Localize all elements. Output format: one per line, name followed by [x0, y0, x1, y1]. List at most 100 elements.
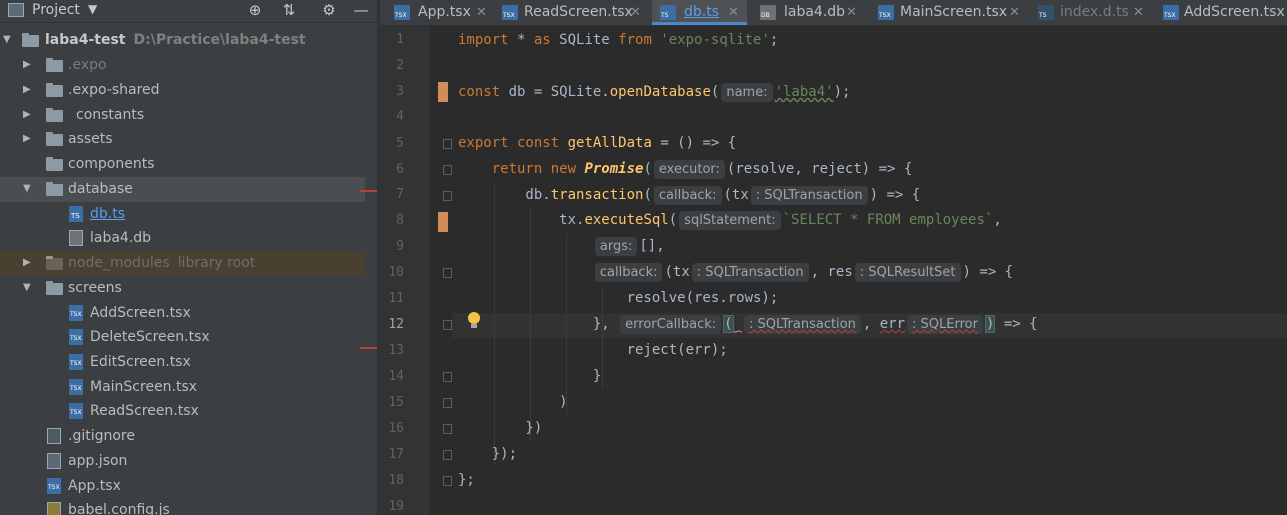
fold-icon[interactable] — [443, 139, 452, 149]
type-hint: : SQLTransaction — [691, 263, 809, 282]
code-line-10[interactable]: callback: (tx: SQLTransaction, res: SQLRe… — [458, 260, 1013, 285]
tab-readscreen-tsx[interactable]: TSX ReadScreen.tsx ✕ — [494, 0, 644, 25]
tree-item-mainscreen[interactable]: MainScreen.tsx — [0, 375, 377, 400]
chevron-down-icon[interactable]: ▼ — [88, 2, 97, 16]
tree-item-expo[interactable]: ▶ .expo — [0, 53, 377, 78]
tab-db-ts[interactable]: TS db.ts ✕ — [652, 0, 747, 25]
fold-icon[interactable] — [443, 268, 452, 278]
tree-item-db-ts[interactable]: db.ts — [0, 202, 377, 227]
fold-icon[interactable] — [443, 320, 452, 330]
tree-item-babel-config[interactable]: babel.config.js — [0, 498, 377, 515]
tree-item-app-json[interactable]: app.json — [0, 449, 377, 474]
fold-icon[interactable] — [443, 165, 452, 175]
tree-item-laba4-db[interactable]: laba4.db — [0, 226, 377, 251]
close-icon[interactable]: ✕ — [1133, 1, 1144, 24]
close-icon[interactable]: ✕ — [476, 1, 487, 24]
expand-arrow-icon[interactable]: ▶ — [23, 78, 31, 102]
change-marker[interactable] — [438, 82, 448, 102]
line-number: 8 — [396, 213, 404, 228]
project-view-title[interactable]: Project — [32, 2, 80, 18]
code-line-6[interactable]: return new Promise(executor: (resolve, re… — [458, 157, 912, 182]
fold-icon[interactable] — [443, 450, 452, 460]
json-file-icon — [47, 453, 61, 469]
tree-item-label: .expo-shared — [68, 82, 160, 98]
tsx-file-icon: TSX — [502, 5, 518, 20]
tree-item-node-modules[interactable]: ▶ node_modules library root — [0, 251, 377, 276]
code-line-7[interactable]: db.transaction(callback: (tx: SQLTransact… — [458, 183, 920, 208]
code-line-12[interactable]: }, errorCallback: (_: SQLTransaction, err… — [458, 312, 1038, 337]
code-line-14[interactable]: } — [458, 364, 601, 389]
code-line-18[interactable]: }; — [458, 468, 475, 493]
fold-icon[interactable] — [443, 191, 452, 201]
tab-index-d-ts[interactable]: TS index.d.ts ✕ — [1030, 0, 1150, 25]
type-hint: : SQLTransaction — [750, 186, 868, 205]
expand-arrow-icon[interactable]: ▶ — [23, 127, 31, 151]
param-hint: executor: — [653, 160, 725, 179]
code-line-9[interactable]: args: [], — [458, 234, 665, 259]
code-line-11[interactable]: resolve(res.rows); — [458, 286, 779, 311]
tree-scrollbar[interactable] — [365, 28, 377, 515]
line-number: 4 — [396, 109, 404, 124]
tab-label: index.d.ts — [1060, 4, 1129, 20]
close-icon[interactable]: ✕ — [1009, 1, 1020, 24]
fold-icon[interactable] — [443, 372, 452, 382]
expand-arrow-icon[interactable]: ▶ — [23, 103, 31, 127]
tree-item-label: database — [68, 181, 133, 197]
code-line-17[interactable]: }); — [458, 442, 517, 467]
error-stripe-mark[interactable] — [360, 347, 377, 349]
code-line-15[interactable]: ) — [458, 390, 567, 415]
tab-mainscreen-tsx[interactable]: TSX MainScreen.tsx ✕ — [870, 0, 1028, 25]
fold-icon[interactable] — [443, 398, 452, 408]
locate-file-icon[interactable]: ⊕ — [246, 1, 264, 19]
code-line-13[interactable]: reject(err); — [458, 338, 728, 363]
error-stripe-mark[interactable] — [360, 190, 377, 192]
tree-item-readscreen[interactable]: ReadScreen.tsx — [0, 399, 377, 424]
fold-icon[interactable] — [443, 424, 452, 434]
tree-item-app-tsx[interactable]: App.tsx — [0, 474, 377, 499]
line-number: 10 — [388, 265, 404, 280]
close-icon[interactable]: ✕ — [630, 1, 641, 24]
tree-item-addscreen[interactable]: AddScreen.tsx — [0, 301, 377, 326]
expand-arrow-icon[interactable]: ▶ — [23, 251, 31, 275]
close-icon[interactable]: ✕ — [728, 1, 739, 24]
close-icon[interactable]: ✕ — [846, 1, 857, 24]
tree-item-components[interactable]: components — [0, 152, 377, 177]
tree-item-deletescreen[interactable]: DeleteScreen.tsx — [0, 325, 377, 350]
tree-item-gitignore[interactable]: .gitignore — [0, 424, 377, 449]
expand-arrow-icon[interactable]: ▼ — [23, 276, 31, 300]
gear-icon[interactable]: ⚙ — [320, 1, 338, 19]
hide-panel-icon[interactable]: — — [352, 1, 370, 19]
tab-laba4-db[interactable]: DB laba4.db ✕ — [752, 0, 864, 25]
code-line-1[interactable]: import * as SQLite from 'expo-sqlite'; — [458, 28, 778, 53]
type-hint: : SQLTransaction — [744, 315, 861, 334]
line-number: 18 — [388, 473, 404, 488]
tree-item-label: screens — [68, 280, 122, 296]
tree-item-constants[interactable]: ▶ constants — [0, 103, 377, 128]
tab-app-tsx[interactable]: TSX App.tsx ✕ — [386, 0, 494, 25]
tree-item-expo-shared[interactable]: ▶ .expo-shared — [0, 78, 377, 103]
code-line-5[interactable]: export const getAllData = () => { — [458, 131, 736, 156]
tsx-file-icon — [69, 305, 83, 321]
code-line-16[interactable]: }) — [458, 416, 542, 441]
tree-item-database[interactable]: ▼ database — [0, 177, 377, 202]
tree-item-laba4-test[interactable]: ▼ laba4-test D:\Practice\laba4-test — [0, 28, 377, 53]
code-line-3[interactable]: const db = SQLite.openDatabase(name:'lab… — [458, 80, 850, 105]
tree-item-path: D:\Practice\laba4-test — [133, 32, 306, 48]
project-icon — [8, 3, 24, 17]
tree-item-screens[interactable]: ▼ screens — [0, 276, 377, 301]
tsx-file-icon: TSX — [394, 5, 410, 20]
expand-arrow-icon[interactable]: ▼ — [23, 177, 31, 201]
tree-item-editscreen[interactable]: EditScreen.tsx — [0, 350, 377, 375]
code-line-8[interactable]: tx.executeSql(sqlStatement: `SELECT * FRO… — [458, 208, 1002, 233]
collapse-all-icon[interactable]: ⇅ — [280, 1, 298, 19]
typescript-declaration-icon: TS — [1038, 5, 1054, 20]
expand-arrow-icon[interactable]: ▼ — [3, 28, 11, 52]
type-hint: : SQLError — [907, 315, 983, 334]
expand-arrow-icon[interactable]: ▶ — [23, 53, 31, 77]
tab-label: AddScreen.tsx — [1184, 4, 1285, 20]
tab-addscreen-tsx[interactable]: TSX AddScreen.tsx — [1155, 0, 1287, 25]
tree-item-assets[interactable]: ▶ assets — [0, 127, 377, 152]
tsx-file-icon — [69, 354, 83, 370]
fold-icon[interactable] — [443, 476, 452, 486]
change-marker[interactable] — [438, 212, 448, 232]
